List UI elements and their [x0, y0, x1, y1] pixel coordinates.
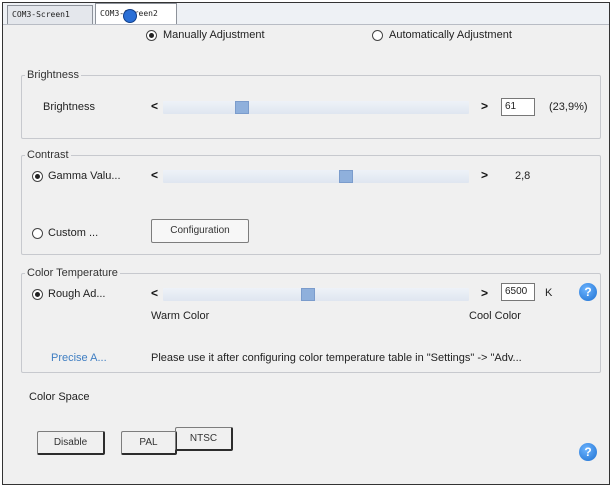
manual-adjustment-label: Manually Adjustment [163, 29, 265, 41]
color-temperature-help-icon[interactable]: ? [579, 283, 597, 301]
tab-com3-screen1[interactable]: COM3-Screen1 [7, 5, 93, 24]
color-temperature-increase-icon[interactable]: > [481, 286, 488, 300]
contrast-group-title: Contrast [25, 149, 71, 161]
color-temperature-slider[interactable] [163, 288, 469, 301]
brightness-increase-icon[interactable]: > [481, 99, 488, 113]
precise-adjustment-hint: Please use it after configuring color te… [151, 352, 522, 364]
color-space-pal-button[interactable]: PAL [121, 431, 177, 455]
brightness-decrease-icon[interactable]: < [151, 99, 158, 113]
gamma-value-radio[interactable] [32, 171, 43, 182]
tab-strip: COM3-Screen1 COM3-Screen2 [3, 3, 609, 25]
cool-color-label: Cool Color [469, 310, 521, 322]
brightness-value-input[interactable]: 61 [501, 98, 535, 116]
custom-contrast-label: Custom ... [48, 227, 99, 239]
custom-contrast-radio[interactable] [32, 228, 43, 239]
manual-adjustment-radio[interactable] [146, 30, 157, 41]
brightness-label: Brightness [43, 101, 95, 113]
color-temperature-decrease-icon[interactable]: < [151, 286, 158, 300]
gamma-increase-icon[interactable]: > [481, 168, 488, 182]
brightness-percent: (23,9%) [549, 101, 588, 113]
gamma-value: 2,8 [515, 170, 531, 182]
window: COM3-Screen1 COM3-Screen2 Manually Adjus… [2, 2, 610, 485]
gamma-decrease-icon[interactable]: < [151, 168, 158, 182]
color-temperature-group-title: Color Temperature [25, 267, 120, 279]
automatic-adjustment-label: Automatically Adjustment [389, 29, 512, 41]
configuration-button[interactable]: Configuration [151, 219, 249, 243]
color-temperature-value-input[interactable]: 6500 [501, 283, 535, 301]
brightness-slider-thumb[interactable] [235, 101, 249, 114]
gamma-slider-thumb[interactable] [339, 170, 353, 183]
rough-adjustment-radio[interactable] [32, 289, 43, 300]
color-space-disable-button[interactable]: Disable [37, 431, 105, 455]
gamma-slider[interactable] [163, 170, 469, 183]
brightness-group-title: Brightness [25, 69, 81, 81]
busy-cursor-icon [123, 9, 137, 23]
automatic-adjustment-radio[interactable] [372, 30, 383, 41]
color-space-ntsc-button[interactable]: NTSC [175, 427, 233, 451]
precise-adjustment-label[interactable]: Precise A... [51, 352, 107, 364]
warm-color-label: Warm Color [151, 310, 210, 322]
rough-adjustment-label: Rough Ad... [48, 288, 106, 300]
color-temperature-slider-thumb[interactable] [301, 288, 315, 301]
gamma-value-label: Gamma Valu... [48, 170, 121, 182]
color-space-title: Color Space [29, 391, 90, 403]
brightness-slider[interactable] [163, 101, 469, 114]
color-temperature-unit: K [545, 287, 553, 299]
color-space-help-icon[interactable]: ? [579, 443, 597, 461]
